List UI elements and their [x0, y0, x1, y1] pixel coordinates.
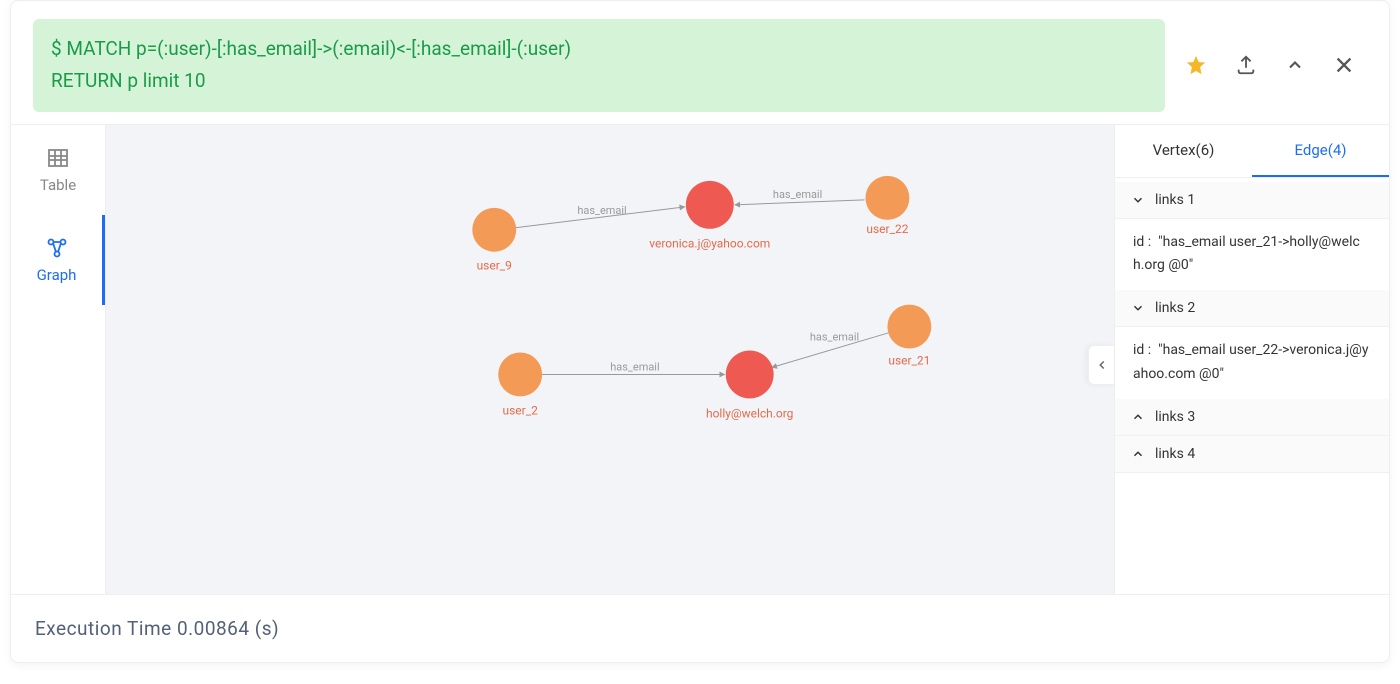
- id-label: id :: [1133, 234, 1151, 250]
- export-button[interactable]: [1235, 54, 1257, 76]
- sidebar: Vertex(6) Edge(4) links 1 id : "has_emai…: [1114, 125, 1389, 594]
- graph-svg: has_email has_email user_9 veronica.j@ya…: [106, 125, 1114, 594]
- chevron-left-icon: [1095, 358, 1109, 372]
- node-user-22[interactable]: [865, 175, 909, 219]
- collapse-button[interactable]: [1285, 55, 1305, 75]
- graph-icon: [45, 236, 69, 260]
- header-actions: [1185, 54, 1367, 76]
- node-label: user_22: [866, 221, 908, 235]
- edge-label: has_email: [610, 360, 659, 373]
- edge-label: has_email: [577, 203, 626, 216]
- chevron-down-icon: [1131, 301, 1145, 315]
- export-icon: [1235, 54, 1257, 76]
- body: Table Graph has_email ha: [11, 124, 1389, 594]
- node-label: user_21: [888, 353, 930, 367]
- node-label: user_2: [503, 403, 539, 417]
- node-label: veronica.j@yahoo.com: [649, 236, 770, 250]
- table-icon: [46, 146, 70, 170]
- link-detail-2: id : "has_email user_22->veronica.j@yaho…: [1115, 327, 1389, 399]
- view-tabs: Table Graph: [11, 125, 106, 594]
- link-header-4[interactable]: links 4: [1115, 436, 1389, 473]
- node-user-9[interactable]: [472, 207, 516, 251]
- close-button[interactable]: [1333, 54, 1355, 76]
- favorite-button[interactable]: [1185, 54, 1207, 76]
- node-user-21[interactable]: [887, 304, 931, 348]
- link-title: links 3: [1155, 409, 1195, 425]
- query-line-2: RETURN p limit 10: [51, 65, 1147, 97]
- result-panel: $ MATCH p=(:user)-[:has_email]->(:email)…: [10, 0, 1390, 663]
- id-label: id :: [1133, 342, 1151, 358]
- tab-vertex[interactable]: Vertex(6): [1115, 125, 1252, 177]
- query-line-1: $ MATCH p=(:user)-[:has_email]->(:email)…: [51, 33, 1147, 65]
- node-holly[interactable]: [726, 350, 774, 398]
- sidebar-tabs: Vertex(6) Edge(4): [1115, 125, 1389, 178]
- execution-time: Execution Time 0.00864 (s): [35, 617, 279, 640]
- tab-graph[interactable]: Graph: [11, 215, 105, 305]
- node-veronica[interactable]: [686, 180, 734, 228]
- graph-canvas[interactable]: has_email has_email user_9 veronica.j@ya…: [106, 125, 1114, 594]
- chevron-down-icon: [1131, 193, 1145, 207]
- edge-label: has_email: [773, 187, 822, 200]
- link-title: links 4: [1155, 446, 1195, 462]
- link-title: links 1: [1155, 192, 1195, 208]
- link-title: links 2: [1155, 300, 1195, 316]
- node-label: holly@welch.org: [706, 406, 793, 420]
- node-user-2[interactable]: [498, 352, 542, 396]
- close-icon: [1333, 54, 1355, 76]
- star-icon: [1185, 54, 1207, 76]
- link-header-2[interactable]: links 2: [1115, 290, 1389, 327]
- links-list: links 1 id : "has_email user_21->holly@w…: [1115, 178, 1389, 594]
- tab-table-label: Table: [40, 176, 76, 194]
- sidebar-collapse-handle[interactable]: [1088, 345, 1114, 385]
- chevron-up-icon: [1131, 410, 1145, 424]
- edge-label: has_email: [810, 330, 859, 343]
- query-box: $ MATCH p=(:user)-[:has_email]->(:email)…: [33, 19, 1165, 112]
- tab-table[interactable]: Table: [11, 125, 105, 215]
- chevron-up-icon: [1285, 55, 1305, 75]
- tab-edge[interactable]: Edge(4): [1252, 125, 1389, 177]
- chevron-up-icon: [1131, 447, 1145, 461]
- id-value: "has_email user_21->holly@welch.org @0": [1133, 234, 1360, 274]
- tab-graph-label: Graph: [37, 266, 77, 284]
- link-detail-1: id : "has_email user_21->holly@welch.org…: [1115, 219, 1389, 291]
- node-label: user_9: [477, 258, 512, 272]
- link-header-3[interactable]: links 3: [1115, 399, 1389, 436]
- header: $ MATCH p=(:user)-[:has_email]->(:email)…: [11, 1, 1389, 124]
- footer: Execution Time 0.00864 (s): [11, 594, 1389, 662]
- link-header-1[interactable]: links 1: [1115, 182, 1389, 219]
- id-value: "has_email user_22->veronica.j@yahoo.com…: [1133, 342, 1368, 382]
